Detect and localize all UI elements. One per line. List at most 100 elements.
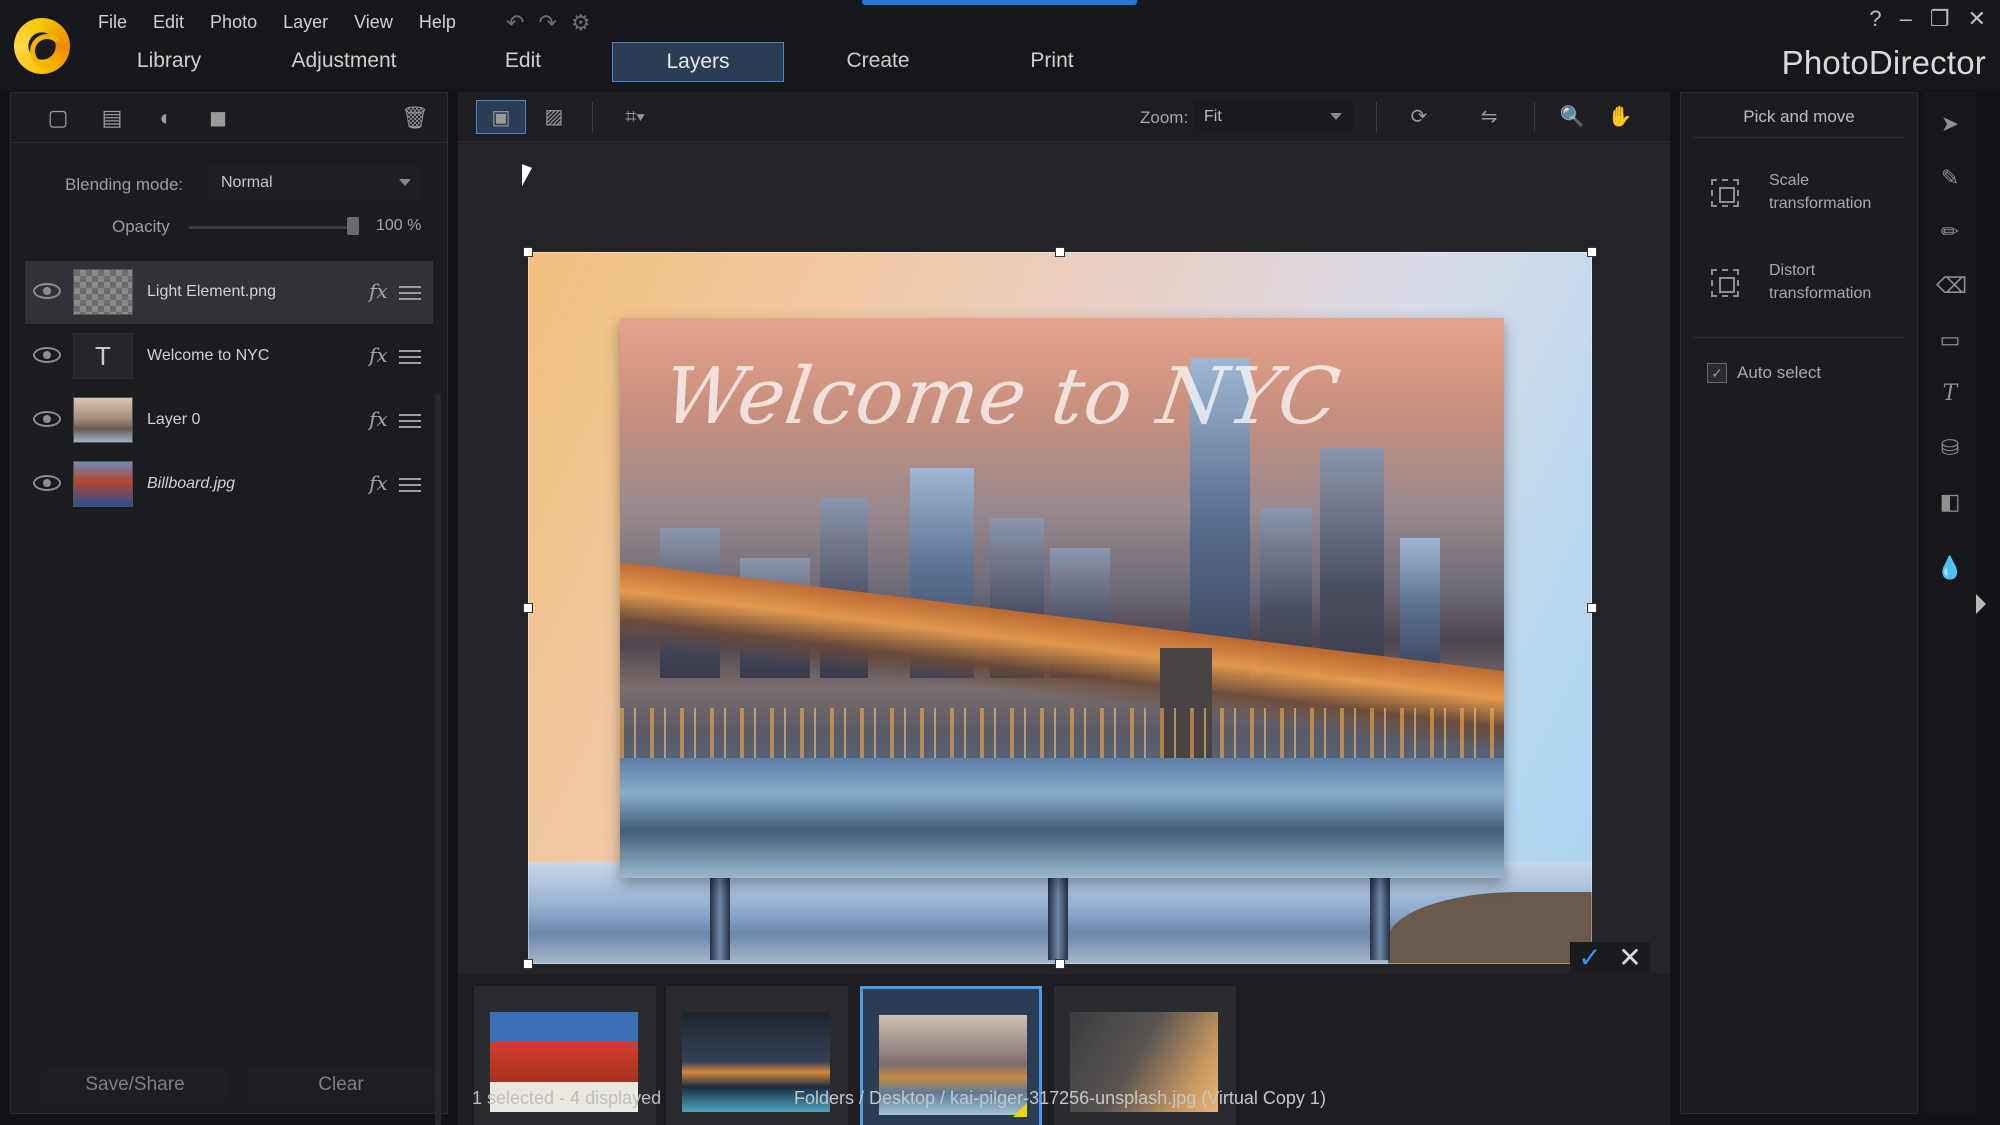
- auto-select-label: Auto select: [1737, 363, 1822, 382]
- layer-list: Light Element.png fx T Welcome to NYC fx…: [25, 261, 433, 517]
- menu-layer[interactable]: Layer: [283, 10, 342, 33]
- distort-transform-icon: [1711, 269, 1739, 297]
- minimize-icon[interactable]: –: [1900, 6, 1912, 32]
- distort-transformation-label: Distort transformation: [1769, 262, 1872, 302]
- eraser-icon[interactable]: ⌫: [1936, 272, 1967, 300]
- collapse-right-panel-icon[interactable]: [1976, 594, 1986, 614]
- fx-icon[interactable]: fx: [369, 407, 388, 431]
- scale-transform-icon: [1711, 179, 1739, 207]
- adjustment-layer-icon[interactable]: ◐: [153, 105, 179, 131]
- brush-select-icon[interactable]: ✎: [1936, 164, 1964, 192]
- opacity-value: 100 %: [376, 217, 422, 234]
- menu-help[interactable]: Help: [419, 10, 470, 33]
- text-tool-icon[interactable]: T: [1936, 380, 1964, 408]
- tab-library[interactable]: Library: [120, 42, 218, 82]
- river: [620, 758, 1504, 878]
- single-view-icon[interactable]: ▣: [476, 100, 526, 134]
- transform-handle-bottom-left[interactable]: [523, 959, 533, 969]
- tab-adjustment[interactable]: Adjustment: [218, 42, 470, 82]
- title-bar: File Edit Photo Layer View Help ↶ ↷ ⚙ ? …: [0, 0, 2000, 90]
- tab-layers[interactable]: Layers: [612, 42, 784, 82]
- layer-row[interactable]: Billboard.jpg fx: [25, 453, 433, 517]
- transform-handle-top-right[interactable]: [1587, 247, 1597, 257]
- apply-check-icon[interactable]: ✓: [1570, 942, 1610, 974]
- eye-icon[interactable]: [33, 475, 61, 491]
- layer-row[interactable]: Layer 0 fx: [25, 389, 433, 453]
- billboard-text[interactable]: Welcome to NYC: [658, 352, 1346, 442]
- zoom-select[interactable]: Fit: [1194, 100, 1354, 134]
- composite-image[interactable]: Welcome to NYC: [528, 252, 1592, 964]
- menu-bar: File Edit Photo Layer View Help: [98, 10, 482, 33]
- paint-bucket-icon[interactable]: ⛁: [1936, 434, 1964, 462]
- hand-pan-icon[interactable]: ✋: [1600, 100, 1640, 134]
- fx-icon[interactable]: fx: [369, 279, 388, 303]
- menu-edit[interactable]: Edit: [153, 10, 198, 33]
- eye-icon[interactable]: [33, 283, 61, 299]
- rectangle-icon[interactable]: ▭: [1936, 326, 1964, 354]
- eye-icon[interactable]: [33, 347, 61, 363]
- tab-edit[interactable]: Edit: [470, 42, 576, 82]
- skyline-building: [1400, 538, 1440, 678]
- layers-scrollbar[interactable]: [435, 393, 441, 1125]
- distort-transformation-option[interactable]: Distort transformation: [1711, 255, 1911, 315]
- tab-print[interactable]: Print: [972, 42, 1132, 82]
- opacity-label: Opacity: [112, 217, 170, 236]
- fx-icon[interactable]: fx: [369, 343, 388, 367]
- opacity-slider[interactable]: [189, 226, 359, 229]
- zoom-icon[interactable]: 🔍: [1552, 100, 1592, 134]
- restore-icon[interactable]: ❐: [1930, 6, 1950, 32]
- layer-row[interactable]: Light Element.png fx: [25, 261, 433, 325]
- billboard-panel[interactable]: Welcome to NYC: [620, 318, 1504, 878]
- trash-icon[interactable]: 🗑: [401, 105, 429, 131]
- mask-icon[interactable]: ◼: [205, 105, 231, 131]
- chevron-down-icon: [399, 179, 411, 186]
- eye-icon[interactable]: [33, 411, 61, 427]
- blur-drop-icon[interactable]: 💧: [1936, 554, 1964, 582]
- panel-title: Pick and move: [1743, 107, 1855, 126]
- help-icon[interactable]: ?: [1869, 6, 1881, 32]
- transform-handle-left[interactable]: [523, 603, 533, 613]
- rotate-icon[interactable]: ⟳: [1394, 100, 1444, 134]
- layer-options-icon[interactable]: [399, 411, 421, 431]
- save-share-button[interactable]: Save/Share: [41, 1067, 229, 1103]
- pick-move-arrow-icon[interactable]: ➤: [1936, 110, 1964, 138]
- layer-menu-icon[interactable]: ▤: [99, 105, 125, 131]
- blending-mode-select[interactable]: Normal: [207, 165, 421, 201]
- layer-row[interactable]: T Welcome to NYC fx: [25, 325, 433, 389]
- add-layer-icon[interactable]: ▢: [45, 105, 71, 131]
- module-tabs: Library Adjustment Edit Layers Create Pr…: [120, 42, 1132, 82]
- layer-name: Layer 0: [147, 411, 201, 428]
- transform-handle-top-left[interactable]: [523, 247, 533, 257]
- cancel-x-icon[interactable]: ✕: [1610, 942, 1650, 974]
- gradient-icon[interactable]: ◧: [1936, 488, 1964, 516]
- layers-panel: ▢ ▤ ◐ ◼ 🗑 Blending mode: Normal Opacity …: [10, 92, 448, 1125]
- toolbar-divider: [1534, 102, 1535, 132]
- grid-icon[interactable]: ⌗▾: [610, 100, 660, 134]
- transform-handle-right[interactable]: [1587, 603, 1597, 613]
- fx-icon[interactable]: fx: [369, 471, 388, 495]
- layer-options-icon[interactable]: [399, 475, 421, 495]
- editor-area: ▣ ▨ ⌗▾ Zoom: Fit ⟳ ⇋ 🔍 ✋ Welcome to NYC …: [458, 92, 1670, 1125]
- redo-icon[interactable]: ↷: [538, 10, 556, 36]
- settings-gear-icon[interactable]: ⚙: [571, 10, 591, 36]
- layer-name: Billboard.jpg: [147, 475, 236, 492]
- undo-icon[interactable]: ↶: [506, 10, 524, 36]
- scale-transformation-label: Scale transformation: [1769, 172, 1872, 212]
- close-icon[interactable]: ✕: [1968, 6, 1986, 32]
- flip-icon[interactable]: ⇋: [1464, 100, 1514, 134]
- layer-options-icon[interactable]: [399, 347, 421, 367]
- transform-handle-top[interactable]: [1055, 247, 1065, 257]
- menu-file[interactable]: File: [98, 10, 141, 33]
- canvas[interactable]: Welcome to NYC ✓ ✕: [458, 144, 1670, 974]
- clear-button[interactable]: Clear: [247, 1067, 435, 1103]
- transform-handle-bottom[interactable]: [1055, 959, 1065, 969]
- compare-view-icon[interactable]: ▨: [534, 100, 574, 134]
- menu-view[interactable]: View: [354, 10, 407, 33]
- tab-create[interactable]: Create: [784, 42, 972, 82]
- menu-photo[interactable]: Photo: [210, 10, 271, 33]
- opacity-slider-thumb[interactable]: [347, 217, 359, 235]
- auto-select-checkbox[interactable]: ✓: [1707, 363, 1727, 383]
- layer-options-icon[interactable]: [399, 283, 421, 303]
- pencil-icon[interactable]: ✏: [1936, 218, 1964, 246]
- scale-transformation-option[interactable]: Scale transformation: [1711, 165, 1911, 225]
